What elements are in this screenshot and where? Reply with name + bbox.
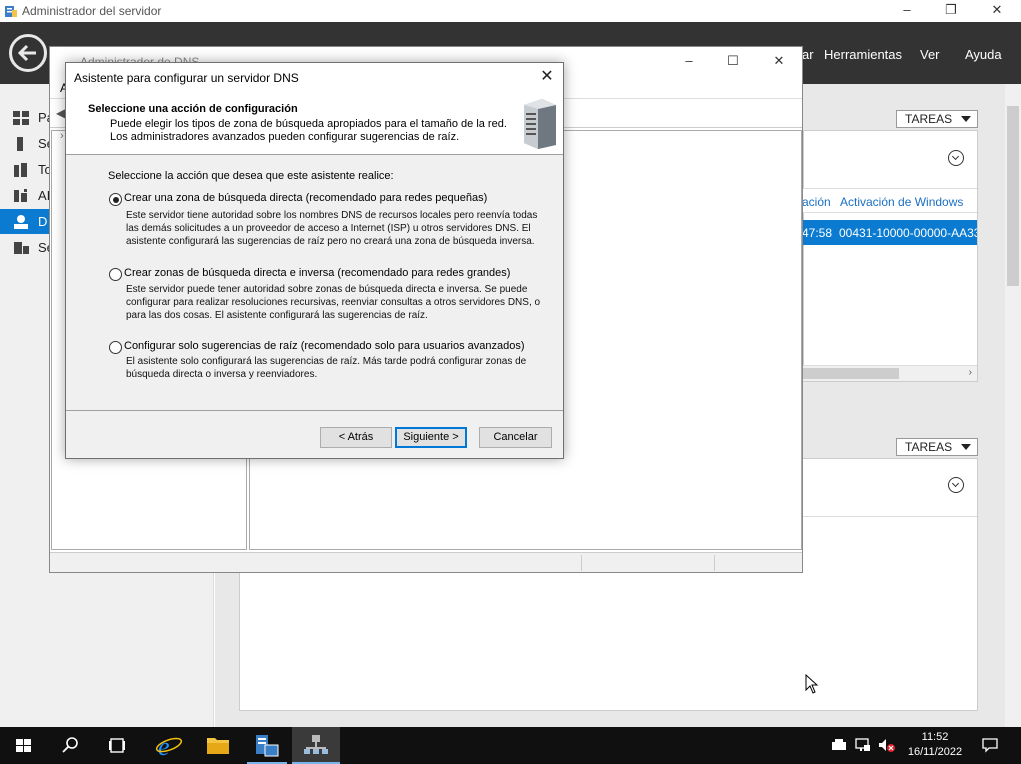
server-manager-titlebar: Administrador del servidor – ❐ ✕ xyxy=(0,0,1021,22)
option-description: Este servidor puede tener autoridad sobr… xyxy=(126,284,541,321)
wizard-titlebar: Asistente para configurar un servidor DN… xyxy=(66,63,563,91)
wizard-header: Seleccione una acción de configuración P… xyxy=(66,91,563,155)
dns-close-button[interactable]: ✕ xyxy=(756,51,802,73)
dns-config-wizard: Asistente para configurar un servidor DN… xyxy=(65,62,564,459)
folder-icon xyxy=(207,738,229,754)
wizard-step-description: Puede elegir los tipos de zona de búsque… xyxy=(110,118,507,143)
dns-icon xyxy=(14,215,28,229)
server-manager-app-icon xyxy=(5,6,17,17)
file-explorer-button[interactable] xyxy=(194,727,242,764)
task-view-icon xyxy=(109,738,125,753)
close-button[interactable]: ✕ xyxy=(974,0,1020,22)
status-divider xyxy=(581,555,582,571)
search-icon xyxy=(62,737,78,753)
scrollbar-thumb[interactable] xyxy=(1007,106,1019,286)
people-tray-icon[interactable] xyxy=(831,738,847,752)
windows-logo-icon xyxy=(16,739,31,752)
radio-forward-reverse-zones[interactable] xyxy=(109,268,122,281)
option-label[interactable]: Crear zonas de búsqueda directa e invers… xyxy=(124,267,510,279)
internet-explorer-icon: e xyxy=(155,732,183,761)
svg-text:e: e xyxy=(158,732,170,761)
tree-expand-icon[interactable]: › xyxy=(60,130,64,142)
ad-icon xyxy=(14,189,27,202)
dropdown-arrow-icon xyxy=(961,116,971,122)
cancel-button[interactable]: Cancelar xyxy=(479,427,552,448)
taskbar: e 11:52 16/11/2022 xyxy=(0,727,1021,764)
notifications-icon[interactable] xyxy=(982,737,998,753)
tasks-dropdown-bottom[interactable]: TAREAS xyxy=(896,438,978,456)
arrow-left-icon xyxy=(17,44,36,62)
dns-status-bar xyxy=(50,552,802,572)
row-time: 47:58 xyxy=(803,226,833,240)
panel-divider xyxy=(803,516,977,517)
search-button[interactable] xyxy=(46,727,94,764)
menu-manage-partial[interactable]: ar xyxy=(802,47,814,62)
wizard-title: Asistente para configurar un servidor DN… xyxy=(74,71,299,85)
column-header-activation[interactable]: Activación de Windows xyxy=(840,195,963,209)
option-description: El asistente solo configurará las sugere… xyxy=(126,356,527,380)
menu-ayuda[interactable]: Ayuda xyxy=(965,47,1002,62)
option-description: Este servidor tiene autoridad sobre los … xyxy=(126,210,538,247)
file-services-icon xyxy=(14,242,29,254)
chevron-right-icon[interactable]: › xyxy=(969,367,972,378)
maximize-button[interactable]: ❐ xyxy=(928,0,974,22)
radio-root-hints-only[interactable] xyxy=(109,341,122,354)
dns-maximize-button[interactable]: ☐ xyxy=(710,51,756,73)
back-button[interactable]: < Atrás xyxy=(320,427,392,448)
volume-muted-icon[interactable] xyxy=(878,738,896,752)
tasks-dropdown-top[interactable]: TAREAS xyxy=(896,110,978,128)
start-button[interactable] xyxy=(0,727,48,764)
vertical-scrollbar[interactable] xyxy=(1005,84,1021,727)
window-title: Administrador del servidor xyxy=(22,4,162,18)
option-label[interactable]: Configurar solo sugerencias de raíz (rec… xyxy=(124,340,525,352)
servers-panel xyxy=(803,130,978,382)
server-manager-taskbar-button[interactable] xyxy=(243,727,291,764)
tasks-label: TAREAS xyxy=(905,112,953,126)
dns-minimize-button[interactable]: – xyxy=(666,51,712,73)
expand-chevron-icon[interactable] xyxy=(948,150,964,166)
clock-time: 11:52 xyxy=(921,731,949,743)
server-tower-icon xyxy=(524,99,556,149)
internet-explorer-button[interactable]: e xyxy=(145,727,193,764)
scrollbar-thumb[interactable] xyxy=(803,368,899,379)
status-divider xyxy=(714,555,715,571)
column-header-partial[interactable]: ación xyxy=(802,195,831,209)
row-activation: 00431-10000-00000-AA33 xyxy=(839,226,977,240)
sidebar-item-label: D xyxy=(38,214,48,229)
toolbar-back-icon[interactable]: ◀ xyxy=(56,106,65,120)
horizontal-scrollbar[interactable]: › xyxy=(803,365,977,381)
table-header: ación Activación de Windows xyxy=(802,188,977,213)
mouse-cursor-icon xyxy=(805,674,819,694)
clock[interactable]: 11:52 16/11/2022 xyxy=(900,730,970,760)
clock-date: 16/11/2022 xyxy=(907,746,963,758)
minimize-button[interactable]: – xyxy=(884,0,930,22)
server-icon xyxy=(17,137,23,151)
network-icon[interactable] xyxy=(855,738,871,752)
menu-ver[interactable]: Ver xyxy=(920,47,940,62)
option-label[interactable]: Crear una zona de búsqueda directa (reco… xyxy=(124,192,487,204)
wizard-close-button[interactable]: ✕ xyxy=(531,63,563,91)
table-row[interactable]: 47:58 00431-10000-00000-AA33 xyxy=(803,220,977,245)
wizard-separator xyxy=(66,410,563,411)
back-button[interactable] xyxy=(9,34,47,72)
servers-icon xyxy=(14,163,27,177)
expand-chevron-icon[interactable] xyxy=(948,477,964,493)
grid-icon xyxy=(13,111,29,125)
wizard-body: Seleccione la acción que desea que este … xyxy=(66,156,563,410)
next-button[interactable]: Siguiente > xyxy=(395,427,467,448)
radio-forward-zone[interactable] xyxy=(109,193,122,206)
dns-network-icon xyxy=(304,735,328,754)
task-view-button[interactable] xyxy=(94,727,142,764)
dns-manager-taskbar-button[interactable] xyxy=(292,727,340,764)
wizard-step-title: Seleccione una acción de configuración xyxy=(88,103,298,115)
server-manager-icon xyxy=(256,735,279,757)
menu-herramientas[interactable]: Herramientas xyxy=(824,47,902,62)
wizard-prompt: Seleccione la acción que desea que este … xyxy=(108,170,394,182)
tasks-label: TAREAS xyxy=(905,440,953,454)
dropdown-arrow-icon xyxy=(961,444,971,450)
